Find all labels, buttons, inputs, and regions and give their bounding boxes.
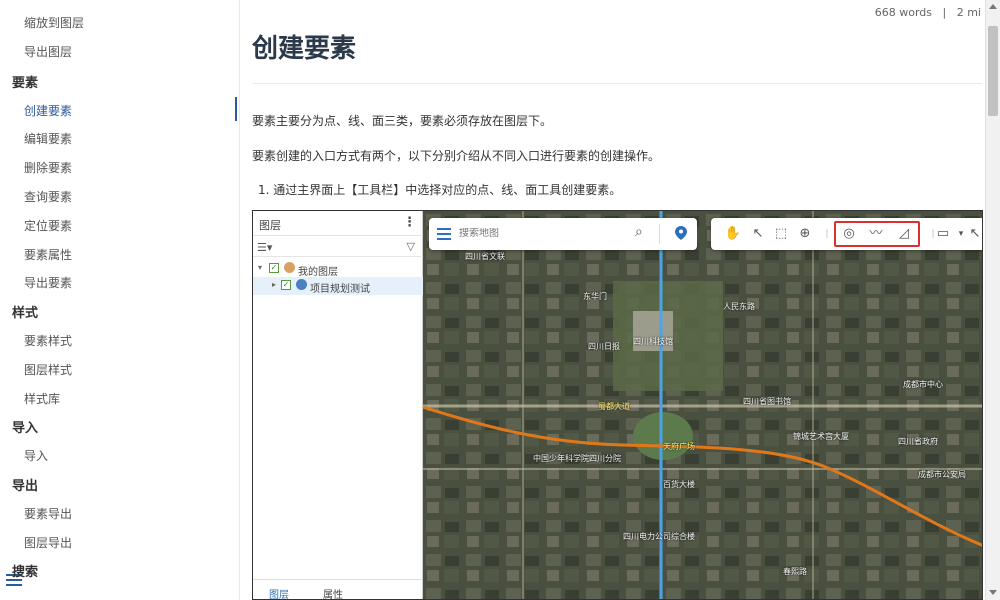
pan-hand-icon[interactable]: ✋	[723, 224, 743, 244]
search-icon[interactable]: ⌕	[635, 224, 643, 240]
sidebar-item[interactable]: 要素属性	[24, 246, 72, 263]
map-place-label: 东华门	[583, 292, 607, 301]
sidebar-nav: 缩放到图层 导出图层 要素 创建要素 编辑要素 删除要素 查询要素 定位要素 要素属性 导出要素样…	[0, 0, 240, 600]
scroll-up-arrow-icon[interactable]	[989, 4, 997, 9]
entry-paragraph: 要素创建的入口方式有两个，以下分别介绍从不同入口进行要素的创建操作。	[252, 149, 661, 163]
page-title: 创建要素	[252, 34, 357, 64]
map-place-label: 天府广场	[663, 442, 695, 451]
read-time: 2 mi	[956, 6, 981, 19]
sidebar-category[interactable]: 要素	[12, 72, 38, 91]
sidebar-category[interactable]: 导入	[12, 417, 38, 436]
map-place-label: 春熙路	[783, 567, 807, 576]
tree-label: 项目规划测试	[310, 284, 370, 295]
sidebar-category[interactable]: 样式	[12, 302, 38, 321]
sidebar-item[interactable]: 编辑要素	[24, 130, 72, 147]
sidebar-item[interactable]: 样式库	[24, 390, 60, 407]
tree-row-project-layer[interactable]: ▸ ✓ 项目规划测试	[253, 277, 423, 295]
more-options-icon[interactable]: ⋮	[403, 215, 416, 230]
sidebar-item[interactable]: 导出要素	[24, 274, 72, 291]
intro-paragraph: 要素主要分为点、线、面三类，要素必须存放在图层下。	[252, 114, 553, 128]
tab-layers[interactable]: 图层	[269, 586, 289, 599]
map-place-label: 四川省政府	[898, 437, 938, 446]
layer-panel: 图层 ⋮ ☰▾ ▽ ▾ ✓ 我的图层 ▸ ✓ 项目规划测试 图层 属性	[253, 211, 423, 599]
map-search-input[interactable]	[459, 228, 629, 239]
sidebar-item[interactable]: 缩放到图层	[24, 14, 84, 31]
map-place-label: 四川电力公司综合楼	[623, 532, 695, 541]
polygon-tool-icon[interactable]: ◿	[894, 224, 914, 244]
sidebar-item[interactable]: 图层样式	[24, 361, 72, 378]
map-imagery	[423, 211, 982, 599]
map-toolbar: ✋ ↖ ⬚ ⊕ | ◎ 〰 ◿ | ▭ ▾ ↖	[711, 218, 982, 250]
box-select-icon[interactable]: ⬚	[771, 224, 791, 244]
map-place-label: 百货大楼	[663, 480, 695, 489]
tree-row-my-layers[interactable]: ▾ ✓ 我的图层	[253, 260, 423, 278]
layer-checkbox[interactable]: ✓	[281, 280, 291, 290]
expand-arrow-icon[interactable]: ▸	[272, 280, 276, 289]
search-divider	[659, 224, 660, 244]
map-place-label: 锦城艺术宫大厦	[793, 432, 849, 441]
map-place-label: 蜀都大道	[598, 402, 630, 411]
title-divider	[252, 83, 982, 84]
layer-toolbar: ☰▾ ▽	[253, 235, 423, 257]
user-avatar-icon	[284, 262, 295, 273]
sidebar-item[interactable]: 查询要素	[24, 188, 72, 205]
line-tool-icon[interactable]: 〰	[866, 224, 886, 244]
step-1-text: 1. 通过主界面上【工具栏】中选择对应的点、线、面工具创建要素。	[258, 183, 622, 197]
active-indicator	[235, 97, 237, 121]
sidebar-item[interactable]: 创建要素	[24, 102, 72, 119]
map-view[interactable]: 四川省文联天府广场 四川省图书馆 成都市中心锦城艺术宫大厦 四川科技馆蜀都大道四川省政…	[423, 211, 982, 599]
map-menu-icon[interactable]	[437, 228, 451, 243]
layer-checkbox[interactable]: ✓	[269, 263, 279, 273]
sidebar-item[interactable]: 导出图层	[24, 43, 72, 60]
point-tool-icon[interactable]: ◎	[839, 224, 859, 244]
identify-cursor-icon[interactable]: ↖	[965, 224, 982, 244]
map-place-label: 人民东路	[723, 302, 755, 311]
collapse-arrow-icon[interactable]: ▾	[258, 263, 262, 272]
scroll-down-arrow-icon[interactable]	[989, 590, 997, 595]
page-scrollbar[interactable]	[985, 0, 1000, 600]
separator: |	[942, 6, 947, 19]
sidebar-item[interactable]: 定位要素	[24, 217, 72, 234]
sidebar-category[interactable]: 导出	[12, 475, 38, 494]
map-place-label: 四川科技馆	[633, 337, 673, 346]
location-pin-icon[interactable]	[675, 226, 687, 240]
zoom-icon[interactable]: ⊕	[795, 224, 815, 244]
layer-type-icon	[296, 279, 307, 290]
tab-attributes[interactable]: 属性	[323, 586, 343, 599]
word-count: 668 words	[874, 6, 932, 19]
scroll-thumb[interactable]	[988, 26, 998, 116]
layer-panel-title: 图层	[259, 219, 281, 232]
sidebar-item[interactable]: 要素导出	[24, 505, 72, 522]
map-place-label: 四川省图书馆	[743, 397, 791, 406]
sidebar-item[interactable]: 删除要素	[24, 159, 72, 176]
map-place-label: 成都市中心	[903, 380, 943, 389]
list-view-icon[interactable]: ☰▾	[257, 241, 272, 254]
reading-stats: 668 words | 2 mi	[875, 6, 981, 19]
select-arrow-icon[interactable]: ↖	[748, 224, 768, 244]
map-place-label: 四川省文联	[465, 252, 505, 261]
embedded-app-screenshot: 图层 ⋮ ☰▾ ▽ ▾ ✓ 我的图层 ▸ ✓ 项目规划测试 图层 属性 四川省文…	[252, 210, 983, 600]
map-search-bar: ⌕	[429, 218, 697, 250]
sidebar-category[interactable]: 搜索	[12, 561, 38, 580]
map-place-label: 成都市公安局	[918, 470, 966, 479]
tree-label: 我的图层	[298, 267, 338, 278]
sidebar-item[interactable]: 图层导出	[24, 534, 72, 551]
layer-panel-tabs: 图层 属性	[253, 579, 423, 599]
map-place-label: 中国少年科学院四川分院	[533, 454, 621, 463]
filter-icon[interactable]: ▽	[407, 240, 415, 253]
sidebar-item[interactable]: 要素样式	[24, 332, 72, 349]
map-place-label: 四川日报	[588, 342, 620, 351]
sidebar-item[interactable]: 导入	[24, 447, 48, 464]
measure-ruler-icon[interactable]: ▭	[933, 224, 953, 244]
